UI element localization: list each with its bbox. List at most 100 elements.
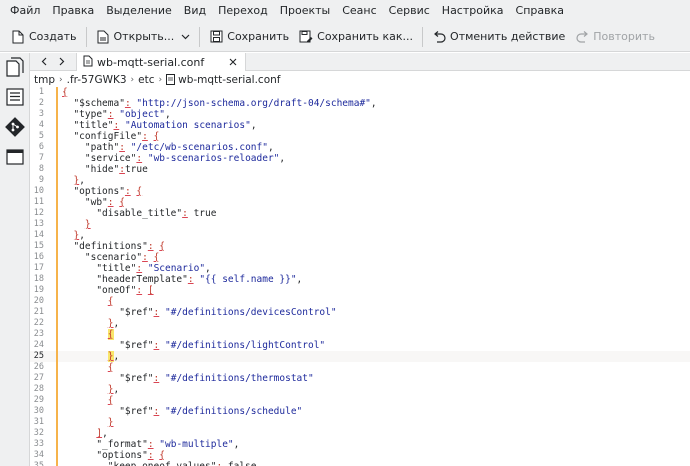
line-number: 35 [33,461,44,466]
open-button-label: Открыть... [113,30,175,43]
code-line[interactable]: 32 ], [30,428,690,439]
line-text: "options": { [96,450,166,461]
tab-wb-mqtt-serial-conf[interactable]: wb-mqtt-serial.conf [76,53,246,71]
menu-projects[interactable]: Проекты [274,0,337,22]
code-line[interactable]: 33 "_format": "wb-multiple", [30,439,690,450]
tab-label: wb-mqtt-serial.conf [97,55,205,69]
modified-line-marker [56,428,58,439]
line-number: 20 [33,296,44,306]
save-button[interactable]: Сохранить [204,25,294,49]
save-as-button[interactable]: Сохранить как... [294,25,418,49]
code-line[interactable]: 34 "options": { [30,450,690,461]
code-line[interactable]: 15 "definitions": { [30,241,690,252]
line-number: 30 [33,406,44,416]
menu-edit[interactable]: Правка [46,0,100,22]
breadcrumb-item[interactable]: tmp [34,74,55,86]
left-sidebar [0,53,30,466]
code-line[interactable]: 23 { [30,329,690,340]
symbols-panel-button[interactable] [4,87,26,109]
code-line[interactable]: 2 "$schema": "http://json-schema.org/dra… [30,98,690,109]
modified-line-marker [56,120,58,131]
code-line[interactable]: 19 "oneOf": [ [30,285,690,296]
breadcrumb-item[interactable]: etc [138,74,154,86]
code-line[interactable]: 11 "wb": { [30,197,690,208]
code-line[interactable]: 24 "$ref": "#/definitions/lightControl" [30,340,690,351]
code-line[interactable]: 5 "configFile": { [30,131,690,142]
code-line[interactable]: 26 { [30,362,690,373]
chevron-down-icon[interactable] [180,32,190,42]
modified-line-marker [56,252,58,263]
code-line[interactable]: 6 "path": "/etc/wb-scenarios.conf", [30,142,690,153]
new-button[interactable]: Создать [6,25,82,49]
code-editor[interactable]: 1{2 "$schema": "http://json-schema.org/d… [30,87,690,466]
breadcrumb: tmp › .fr-57GWK3 › etc › wb-mqtt-serial.… [30,72,690,87]
open-button[interactable]: Открыть... [91,25,196,49]
menu-go[interactable]: Переход [212,0,274,22]
chevron-right-icon: › [158,74,163,85]
line-number: 5 [38,131,44,141]
breadcrumb-item[interactable]: wb-mqtt-serial.conf [178,74,280,86]
code-line[interactable]: 1{ [30,87,690,98]
line-text: "$schema": "http://json-schema.org/draft… [73,98,377,109]
documents-panel-button[interactable] [4,56,26,79]
modified-line-marker [56,406,58,417]
code-line[interactable]: 12 "disable_title": true [30,208,690,219]
code-line[interactable]: 22 }, [30,318,690,329]
code-line[interactable]: 9 }, [30,175,690,186]
line-number: 8 [38,164,44,174]
code-line[interactable]: 4 "title": "Automation scenarios", [30,120,690,131]
line-text: } [107,417,114,428]
code-line[interactable]: 16 "scenario": { [30,252,690,263]
redo-button[interactable]: Повторить [570,25,660,49]
code-line[interactable]: 20 { [30,296,690,307]
code-line[interactable]: 28 }, [30,384,690,395]
redo-button-label: Повторить [593,30,655,43]
tab-bar: wb-mqtt-serial.conf [30,53,690,71]
line-text: "$ref": "#/definitions/lightControl" [119,340,326,351]
line-text: "_format": "wb-multiple", [96,439,240,450]
filesystem-panel-button[interactable] [4,147,26,169]
line-text: "keep_oneof_values": false [62,461,257,466]
code-line[interactable]: 35 "keep_oneof_values": false [30,461,690,466]
git-panel-button[interactable] [4,116,26,140]
code-line[interactable]: 14 }, [30,230,690,241]
modified-line-marker [56,98,58,109]
menu-help[interactable]: Справка [510,0,570,22]
line-text: "title": "Scenario", [96,263,211,274]
menu-tools[interactable]: Сервис [383,0,436,22]
undo-button[interactable]: Отменить действие [427,25,570,49]
menu-session[interactable]: Сеанс [336,0,382,22]
code-line[interactable]: 13 } [30,219,690,230]
line-text: "options": { [73,186,143,197]
line-number: 23 [33,329,44,339]
line-number: 16 [33,252,44,262]
code-line[interactable]: 21 "$ref": "#/definitions/devicesControl… [30,307,690,318]
close-icon[interactable] [227,56,239,68]
code-line[interactable]: 29 { [30,395,690,406]
menu-view[interactable]: Вид [178,0,212,22]
code-line[interactable]: 3 "type": "object", [30,109,690,120]
line-text: }, [73,175,85,186]
tab-forward-button[interactable] [54,53,70,71]
breadcrumb-item[interactable]: .fr-57GWK3 [67,74,127,86]
code-line[interactable]: 25 }, [30,351,690,362]
modified-line-marker [56,351,58,362]
menu-settings[interactable]: Настройка [436,0,510,22]
code-line[interactable]: 17 "title": "Scenario", [30,263,690,274]
git-icon [5,116,25,140]
tab-back-button[interactable] [36,53,52,71]
code-line[interactable]: 30 "$ref": "#/definitions/schedule" [30,406,690,417]
menu-bar: Файл Правка Выделение Вид Переход Проект… [0,0,690,22]
line-text: }, [107,351,120,362]
code-line[interactable]: 8 "hide":true [30,164,690,175]
line-number: 21 [33,307,44,317]
code-line[interactable]: 7 "service": "wb-scenarios-reloader", [30,153,690,164]
code-line[interactable]: 10 "options": { [30,186,690,197]
code-line[interactable]: 31 } [30,417,690,428]
code-line[interactable]: 18 "headerTemplate": "{{ self.name }}", [30,274,690,285]
code-line[interactable]: 27 "$ref": "#/definitions/thermostat" [30,373,690,384]
menu-file[interactable]: Файл [4,0,46,22]
line-text: "service": "wb-scenarios-reloader", [84,153,286,164]
modified-line-marker [56,175,58,186]
menu-selection[interactable]: Выделение [100,0,178,22]
